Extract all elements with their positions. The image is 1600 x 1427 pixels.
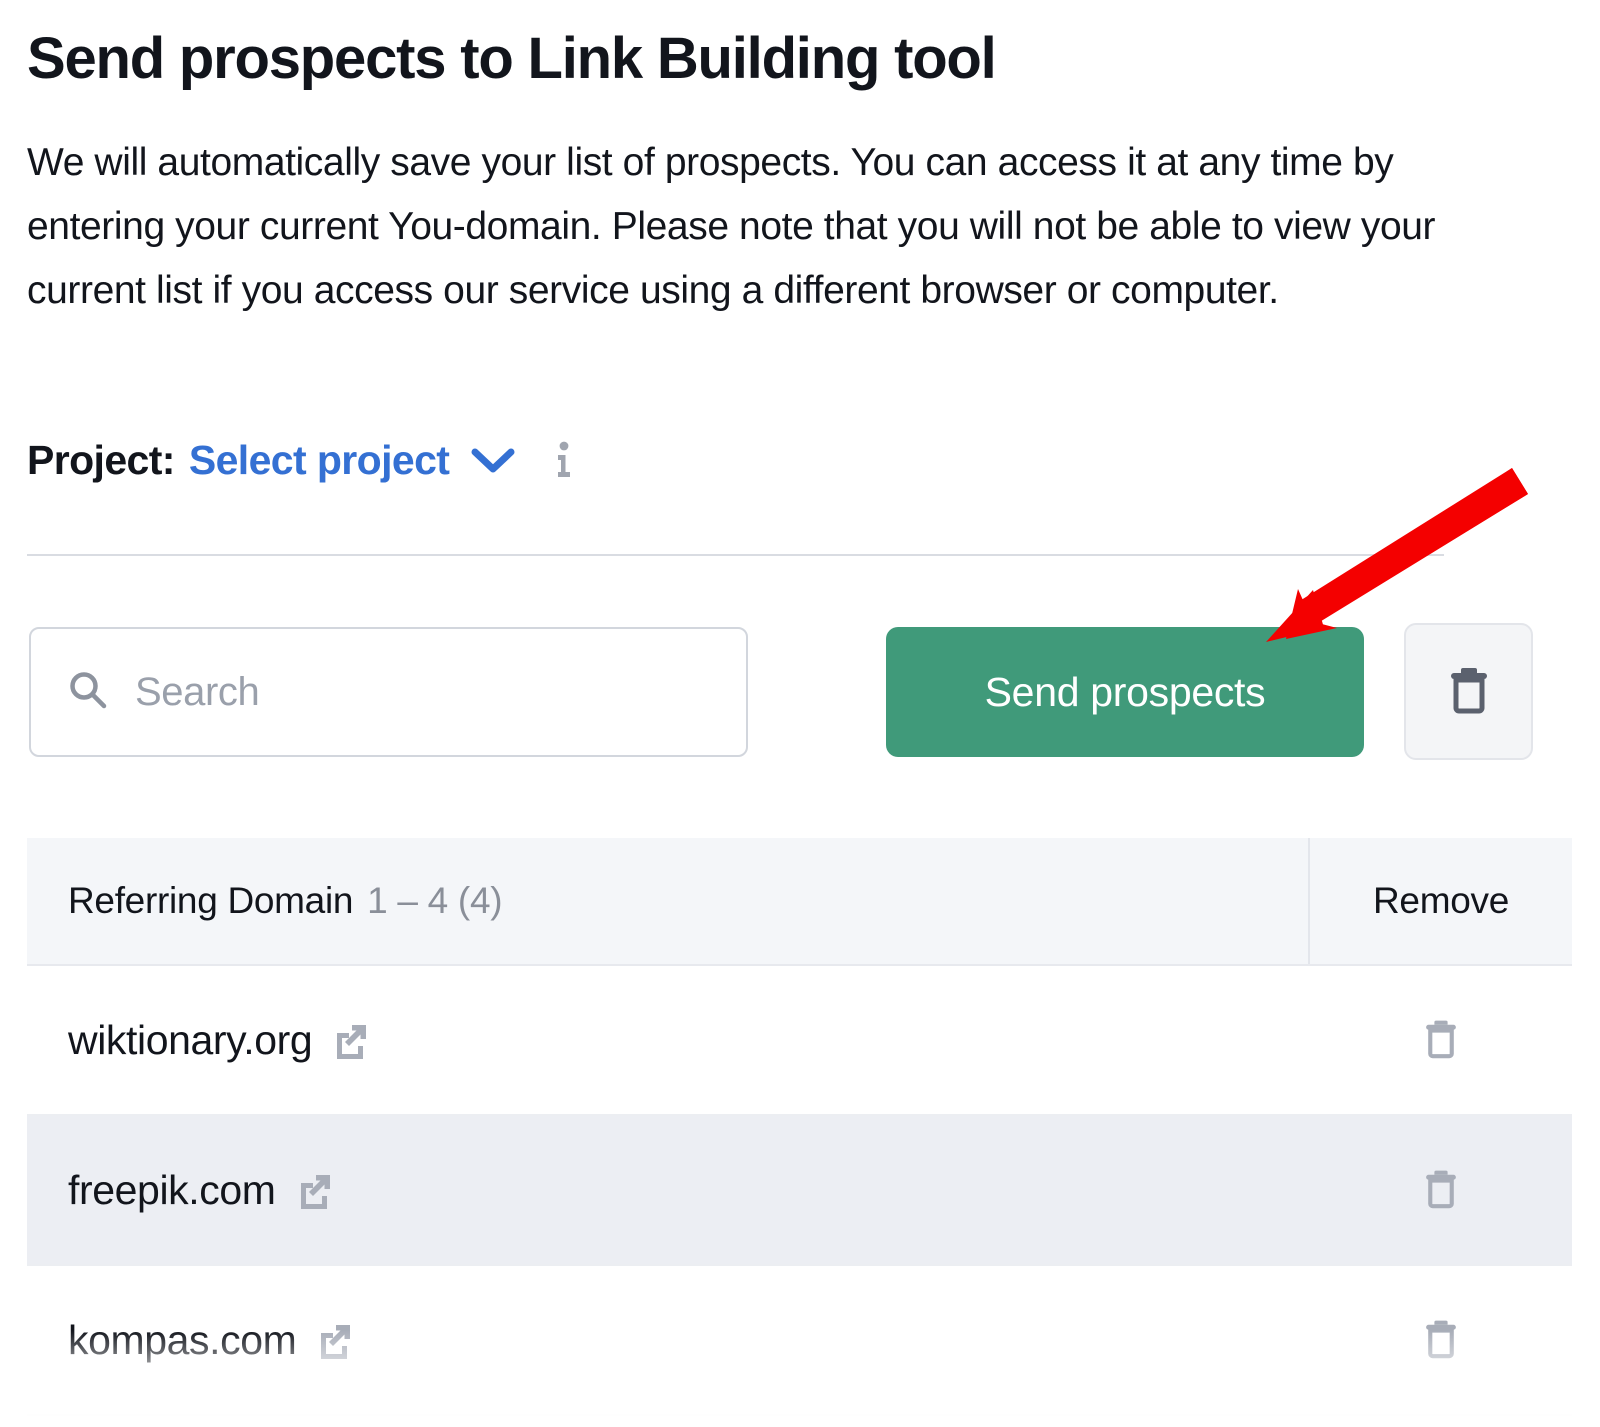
external-link-icon[interactable] — [316, 1321, 354, 1359]
search-placeholder: Search — [135, 669, 260, 714]
table-row: freepik.com — [27, 1116, 1572, 1266]
trash-icon[interactable] — [1422, 1166, 1460, 1215]
trash-icon — [1446, 663, 1492, 720]
delete-all-button[interactable] — [1404, 623, 1533, 760]
row-count-label: 1 – 4 (4) — [367, 880, 503, 921]
prospects-table: Referring Domain 1 – 4 (4) Remove wiktio… — [27, 838, 1572, 1416]
external-link-icon[interactable] — [296, 1171, 334, 1209]
search-icon — [67, 669, 109, 716]
info-icon[interactable] — [551, 441, 577, 478]
table-header-row: Referring Domain 1 – 4 (4) Remove — [27, 838, 1572, 966]
domain-name[interactable]: wiktionary.org — [68, 1017, 313, 1064]
send-prospects-panel: Send prospects to Link Building tool We … — [0, 0, 1600, 1427]
remove-cell — [1310, 966, 1572, 1114]
domain-cell: freepik.com — [27, 1116, 1310, 1264]
trash-icon[interactable] — [1422, 1016, 1460, 1065]
red-arrow-icon — [1240, 450, 1540, 650]
project-label: Project: — [27, 436, 175, 483]
remove-cell — [1310, 1266, 1572, 1414]
section-divider — [27, 554, 1444, 556]
chevron-down-icon[interactable] — [471, 445, 515, 475]
project-selector-row: Project: Select project — [27, 428, 577, 492]
page-title: Send prospects to Link Building tool — [27, 26, 997, 91]
send-prospects-button[interactable]: Send prospects — [886, 627, 1364, 757]
search-input[interactable]: Search — [29, 627, 748, 757]
table-row: wiktionary.org — [27, 966, 1572, 1116]
remove-cell — [1310, 1116, 1572, 1264]
column-header-remove: Remove — [1373, 880, 1509, 921]
external-link-icon[interactable] — [332, 1021, 370, 1059]
column-header-label: Referring Domain — [68, 880, 354, 921]
domain-name[interactable]: freepik.com — [68, 1167, 276, 1214]
domain-cell: kompas.com — [27, 1266, 1310, 1414]
trash-icon[interactable] — [1422, 1316, 1460, 1365]
domain-name[interactable]: kompas.com — [68, 1317, 297, 1364]
column-header-referring-domain: Referring Domain 1 – 4 (4) — [27, 838, 1310, 964]
page-description: We will automatically save your list of … — [27, 141, 1436, 312]
select-project-dropdown[interactable]: Select project — [189, 437, 450, 484]
table-row: kompas.com — [27, 1266, 1572, 1416]
domain-cell: wiktionary.org — [27, 966, 1310, 1114]
